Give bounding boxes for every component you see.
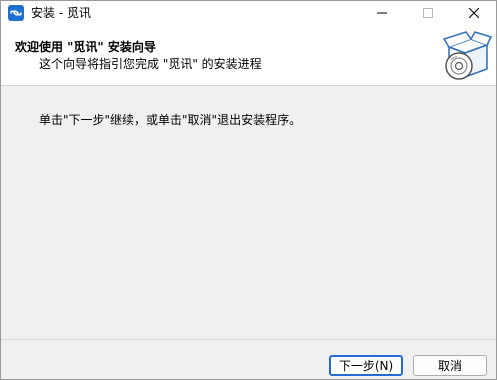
title-bar[interactable]: 安装 - 觅讯: [1, 1, 496, 25]
close-button[interactable]: [451, 1, 496, 25]
app-logo-icon: [8, 5, 24, 21]
installer-window: 安装 - 觅讯 欢迎使用 "觅讯" 安装向导 这个向导将指引您完成 "觅讯" 的…: [0, 0, 497, 380]
close-icon: [469, 8, 479, 18]
package-disc-icon: [441, 31, 493, 83]
instruction-text: 单击"下一步"继续，或单击"取消"退出安装程序。: [39, 113, 302, 127]
cancel-button[interactable]: 取消: [413, 355, 487, 376]
header-subtitle: 这个向导将指引您完成 "觅讯" 的安装进程: [39, 57, 262, 71]
window-title: 安装 - 觅讯: [31, 6, 91, 20]
wizard-header: 欢迎使用 "觅讯" 安装向导 这个向导将指引您完成 "觅讯" 的安装进程: [1, 25, 496, 86]
maximize-icon: [423, 8, 433, 18]
footer-divider: [1, 339, 496, 340]
maximize-button[interactable]: [405, 1, 451, 25]
minimize-icon: [377, 12, 387, 14]
header-title: 欢迎使用 "觅讯" 安装向导: [15, 40, 156, 54]
next-button[interactable]: 下一步(N): [329, 355, 403, 376]
minimize-button[interactable]: [359, 1, 405, 25]
